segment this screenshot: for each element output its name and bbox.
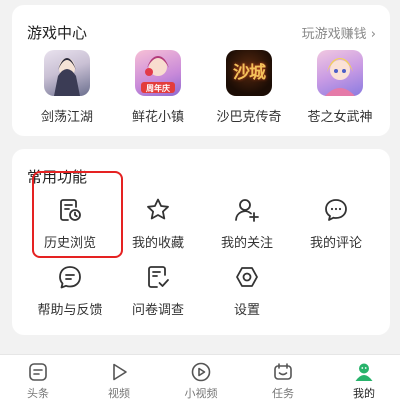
- tab-label: 视频: [108, 387, 130, 400]
- game-art-text: 沙城: [233, 63, 266, 83]
- tab-video[interactable]: 视频: [89, 361, 149, 401]
- tab-label: 任务: [272, 387, 294, 400]
- game-name: 鲜花小镇: [131, 110, 184, 125]
- task-icon: [274, 363, 292, 380]
- tab-label: 小视频: [184, 387, 218, 400]
- mini-video-icon: [191, 362, 211, 382]
- function-label: 我的收藏: [131, 236, 184, 251]
- star-icon: [147, 198, 169, 220]
- game-center-card: 游戏中心 玩游戏赚钱 › 剑荡江湖 周年庆 鲜花小镇 沙城 沙巴克传奇 苍之女武…: [12, 5, 390, 136]
- play-icon: [113, 363, 127, 381]
- function-label: 我的关注: [220, 236, 273, 251]
- function-label: 帮助与反馈: [37, 303, 103, 318]
- game-thumbnail: [44, 50, 90, 96]
- history-highlight-frame: [32, 171, 123, 258]
- favorites-button[interactable]: 我的收藏: [120, 196, 196, 251]
- headline-icon: [29, 363, 47, 381]
- game-thumbnail: [317, 50, 363, 96]
- game-name: 沙巴克传奇: [216, 110, 282, 125]
- play-games-earn-link[interactable]: 玩游戏赚钱 ›: [302, 23, 376, 42]
- help-feedback-button[interactable]: 帮助与反馈: [32, 263, 108, 318]
- game-name: 苍之女武神: [307, 110, 373, 125]
- profile-icon: [355, 363, 373, 381]
- bottom-tab-bar: 头条 视频 小视频 任务 我的: [0, 354, 400, 404]
- help-feedback-icon: [59, 266, 81, 289]
- tab-label: 我的: [353, 387, 375, 400]
- tab-headline[interactable]: 头条: [8, 361, 68, 401]
- settings-icon: [236, 267, 258, 287]
- tab-mini-video[interactable]: 小视频: [171, 361, 231, 401]
- game-thumbnail: 沙城: [226, 50, 272, 96]
- game-thumbnail: 周年庆: [135, 50, 181, 96]
- settings-button[interactable]: 设置: [209, 263, 285, 318]
- tab-task[interactable]: 任务: [253, 361, 313, 401]
- add-user-icon: [235, 199, 259, 222]
- game-item-jiandang[interactable]: 剑荡江湖: [28, 50, 106, 125]
- anniversary-badge: 周年庆: [146, 84, 170, 93]
- survey-button[interactable]: 问卷调查: [120, 263, 196, 318]
- game-item-shabake[interactable]: 沙城 沙巴克传奇: [210, 50, 288, 125]
- game-center-title: 游戏中心: [27, 24, 88, 42]
- comments-button[interactable]: 我的评论: [298, 196, 374, 251]
- game-name: 剑荡江湖: [40, 110, 93, 125]
- survey-icon: [148, 266, 169, 288]
- function-label: 我的评论: [309, 236, 362, 251]
- tab-profile[interactable]: 我的: [334, 361, 394, 401]
- game-item-xianhua[interactable]: 周年庆 鲜花小镇: [119, 50, 197, 125]
- function-label: 设置: [233, 303, 260, 318]
- follows-button[interactable]: 我的关注: [209, 196, 285, 251]
- comment-icon: [325, 199, 347, 221]
- tab-label: 头条: [27, 387, 49, 400]
- function-label: 问卷调查: [131, 303, 184, 318]
- game-item-cangzhi[interactable]: 苍之女武神: [301, 50, 379, 125]
